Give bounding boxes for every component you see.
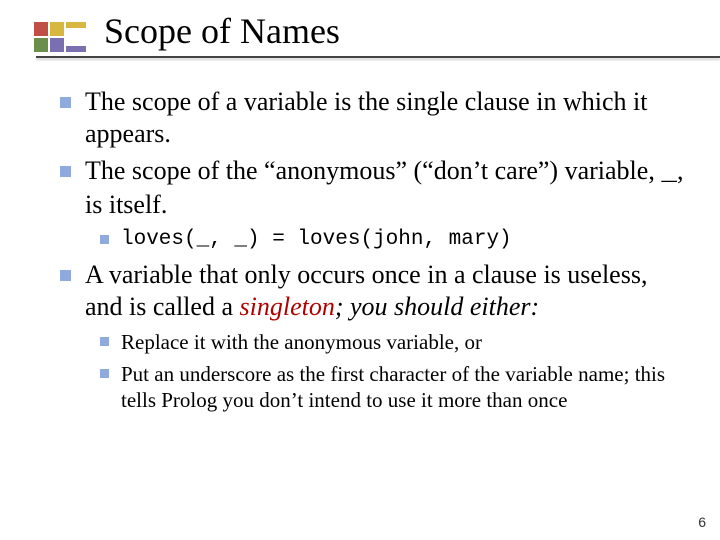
italic-text: singleton xyxy=(240,292,335,321)
sub-bullet-group: Replace it with the anonymous variable, … xyxy=(100,329,686,414)
italic-text: ; you should either: xyxy=(335,292,539,321)
bullet-icon xyxy=(100,337,109,346)
slide: Scope of Names The scope of a variable i… xyxy=(0,0,720,540)
bullet-icon xyxy=(60,97,71,108)
singleton-term: singleton xyxy=(240,292,335,321)
bullet-text: The scope of the “anonymous” (“don’t car… xyxy=(85,155,686,220)
bullet-text: Put an underscore as the first character… xyxy=(121,361,686,414)
bullet-text: Replace it with the anonymous variable, … xyxy=(121,329,482,355)
text-fragment: The scope of the “anonymous” (“don’t car… xyxy=(85,156,661,185)
bullet-icon xyxy=(100,369,109,378)
bullet-text: The scope of a variable is the single cl… xyxy=(85,86,686,149)
slide-title: Scope of Names xyxy=(104,10,340,52)
bullet-icon xyxy=(100,235,109,244)
code-example: loves(_, _) = loves(john, mary) xyxy=(121,227,512,253)
bullet-level2: Replace it with the anonymous variable, … xyxy=(100,329,686,355)
slide-body: The scope of a variable is the single cl… xyxy=(0,58,720,413)
code-fragment: _ xyxy=(661,157,677,187)
slide-header: Scope of Names xyxy=(0,0,720,56)
bullet-level1: A variable that only occurs once in a cl… xyxy=(60,259,686,322)
bullet-level1: The scope of the “anonymous” (“don’t car… xyxy=(60,155,686,220)
bullet-icon xyxy=(60,270,71,281)
bullet-text: A variable that only occurs once in a cl… xyxy=(85,259,686,322)
bullet-icon xyxy=(60,166,71,177)
bullet-level2: loves(_, _) = loves(john, mary) xyxy=(100,227,686,253)
sub-bullet-group: loves(_, _) = loves(john, mary) xyxy=(100,227,686,253)
logo-icon xyxy=(30,16,90,56)
page-number: 6 xyxy=(698,514,706,530)
bullet-level1: The scope of a variable is the single cl… xyxy=(60,86,686,149)
bullet-level2: Put an underscore as the first character… xyxy=(100,361,686,414)
